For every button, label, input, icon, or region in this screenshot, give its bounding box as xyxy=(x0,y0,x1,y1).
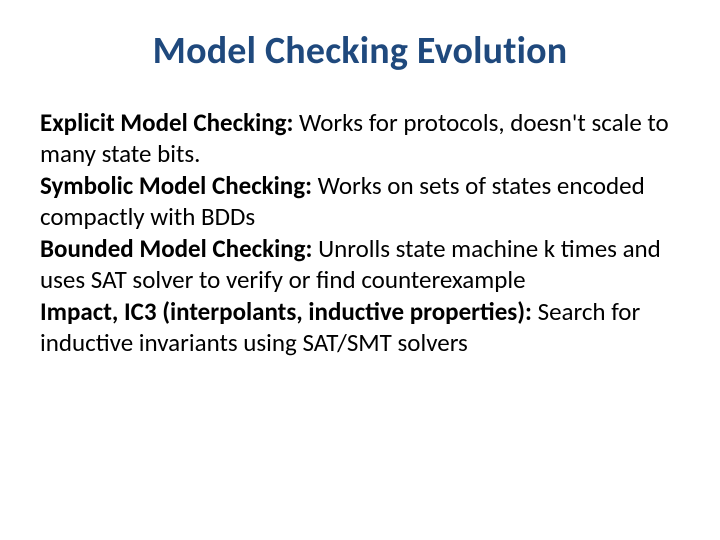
bullet-lead: Symbolic Model Checking: xyxy=(40,170,312,201)
slide-body: Explicit Model Checking: Works for proto… xyxy=(40,108,680,358)
bullet-lead: Explicit Model Checking: xyxy=(40,107,293,138)
bullet-item: Explicit Model Checking: Works for proto… xyxy=(40,108,680,169)
bullet-item: Bounded Model Checking: Unrolls state ma… xyxy=(40,234,680,295)
bullet-lead: Impact, IC3 (interpolants, inductive pro… xyxy=(40,296,532,327)
bullet-lead: Bounded Model Checking: xyxy=(40,233,312,264)
bullet-item: Symbolic Model Checking: Works on sets o… xyxy=(40,171,680,232)
slide: Model Checking Evolution Explicit Model … xyxy=(0,0,720,540)
slide-title: Model Checking Evolution xyxy=(40,28,680,74)
bullet-item: Impact, IC3 (interpolants, inductive pro… xyxy=(40,297,680,358)
